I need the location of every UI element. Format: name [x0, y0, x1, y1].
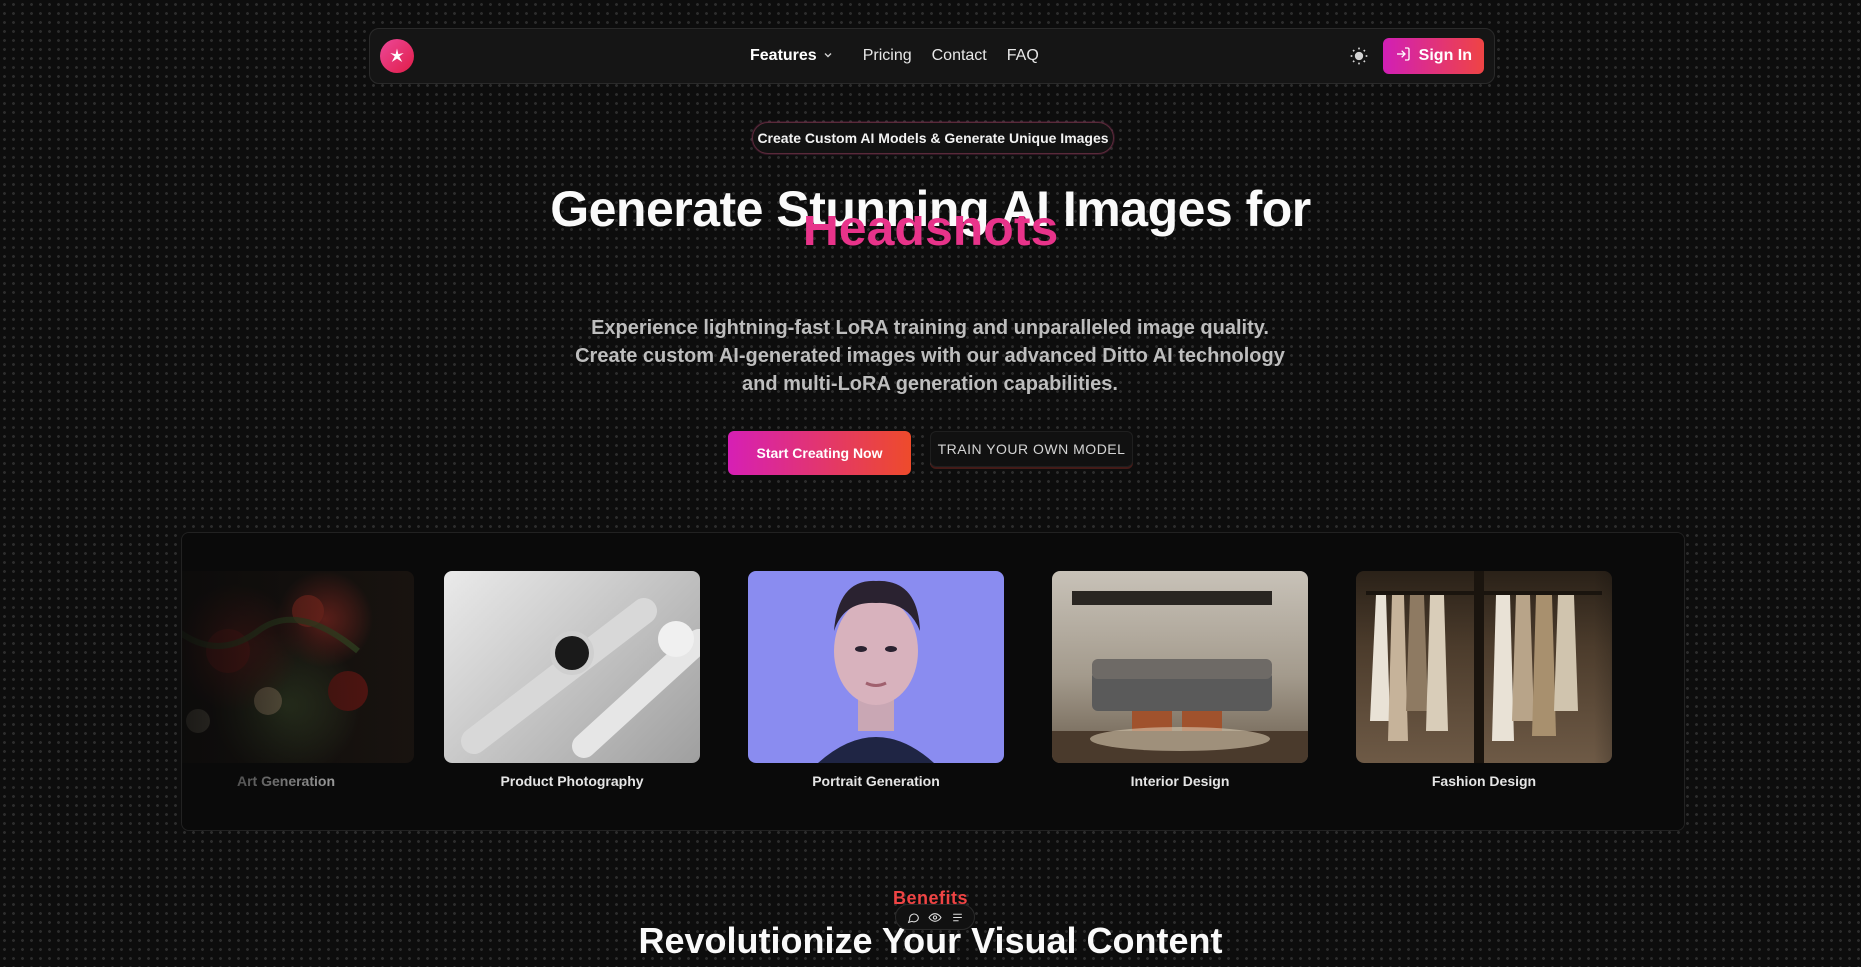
nav-link-faq[interactable]: FAQ — [1007, 47, 1039, 65]
showcase-card[interactable]: Portrait Generation — [748, 571, 1004, 789]
nav-links: Features Pricing Contact FAQ — [750, 29, 1039, 83]
showcase-card[interactable]: Product Photography — [444, 571, 700, 789]
hero-subtitle-line: Create custom AI-generated images with o… — [575, 345, 1285, 367]
nav-features-label: Features — [750, 47, 817, 64]
eye-icon[interactable] — [927, 909, 943, 925]
nav-features-dropdown[interactable]: Features — [750, 47, 833, 65]
showcase-card[interactable]: Interior Design — [1052, 571, 1308, 789]
menu-icon[interactable] — [949, 909, 965, 925]
interior-design-image — [1052, 571, 1308, 763]
showcase-card-label: Fashion Design — [1431, 773, 1537, 789]
sign-in-button[interactable]: Sign In — [1382, 38, 1484, 74]
floating-toolbar — [895, 904, 975, 930]
showcase-card-label: Portrait Generation — [812, 773, 940, 789]
sign-in-icon — [1395, 46, 1411, 67]
showcase-card[interactable]: Art Generation — [182, 571, 414, 789]
nav-actions: Sign In — [1347, 38, 1484, 74]
hero-rotating-word-text: Headshots — [802, 216, 1059, 256]
hero-badge: Create Custom AI Models & Generate Uniqu… — [752, 122, 1114, 154]
showcase-card[interactable]: Fashion Design — [1356, 571, 1612, 789]
sparkle-logo-icon[interactable] — [380, 39, 414, 73]
showcase-card-label: Art Generation — [236, 773, 335, 789]
nav-link-pricing[interactable]: Pricing — [863, 47, 912, 65]
showcase-card-label: Product Photography — [500, 773, 644, 789]
train-model-button[interactable]: TRAIN YOUR OWN MODEL — [930, 431, 1133, 467]
product-photography-image — [444, 571, 700, 763]
fashion-design-image — [1356, 571, 1612, 763]
chevron-down-icon — [823, 50, 833, 63]
comment-icon[interactable] — [905, 909, 921, 925]
showcase-carousel: Art Generation Product Photography Portr… — [181, 532, 1685, 831]
art-generation-image — [182, 571, 414, 763]
nav-link-contact[interactable]: Contact — [932, 47, 987, 65]
portrait-generation-image — [748, 571, 1004, 763]
hero-rotating-word: Headshots — [0, 216, 1861, 260]
hero-subtitle-line: Experience lightning-fast LoRA training … — [591, 317, 1269, 339]
hero-subtitle: Experience lightning-fast LoRA training … — [560, 314, 1300, 398]
start-creating-button[interactable]: Start Creating Now — [728, 431, 911, 475]
sun-icon[interactable] — [1347, 44, 1371, 68]
landing-page: Features Pricing Contact FAQ Sign In Cre… — [0, 0, 1861, 967]
top-navbar: Features Pricing Contact FAQ Sign In — [369, 28, 1495, 84]
hero-subtitle-line: and multi-LoRA generation capabilities. — [742, 373, 1118, 395]
sign-in-label: Sign In — [1418, 47, 1472, 64]
showcase-card-label: Interior Design — [1130, 773, 1230, 789]
